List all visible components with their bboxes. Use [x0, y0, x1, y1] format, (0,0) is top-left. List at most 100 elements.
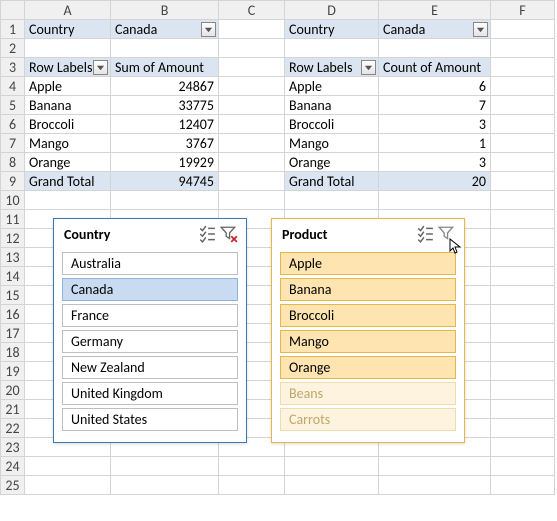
slicer-item[interactable]: Canada [62, 278, 238, 301]
cell[interactable] [491, 134, 555, 153]
cell[interactable] [379, 476, 491, 495]
row-header[interactable]: 12 [1, 229, 25, 248]
pivot-grand-total-label[interactable]: Grand Total [25, 172, 111, 191]
pivot-grand-total-value[interactable]: 20 [379, 172, 491, 191]
clear-filter-icon[interactable] [220, 225, 238, 243]
rowlabels-dropdown-icon[interactable] [361, 60, 376, 75]
row-header[interactable]: 1 [1, 20, 25, 39]
pivot-row-value[interactable]: 3767 [111, 134, 219, 153]
cell[interactable] [491, 172, 555, 191]
slicer-country[interactable]: Country AustraliaCanadaFranceGermanyNew … [53, 218, 247, 443]
slicer-item[interactable]: Mango [280, 330, 456, 353]
pivot-grand-total-value[interactable]: 94745 [111, 172, 219, 191]
cell[interactable] [219, 457, 285, 476]
slicer-item[interactable]: United States [62, 408, 238, 431]
pivot-filter-value[interactable]: Canada [379, 20, 491, 39]
pivot-row-labels-header[interactable]: Row Labels [25, 58, 111, 77]
pivot-row-label[interactable]: Orange [25, 153, 111, 172]
row-header[interactable]: 6 [1, 115, 25, 134]
row-header[interactable]: 21 [1, 400, 25, 419]
row-header[interactable]: 8 [1, 153, 25, 172]
cell[interactable] [491, 96, 555, 115]
filter-dropdown-icon[interactable] [473, 22, 488, 37]
cell[interactable] [285, 39, 379, 58]
column-header-A[interactable]: A [25, 1, 111, 20]
row-header[interactable]: 5 [1, 96, 25, 115]
pivot-filter-field[interactable]: Country [25, 20, 111, 39]
pivot-row-value[interactable]: 19929 [111, 153, 219, 172]
pivot-row-label[interactable]: Banana [285, 96, 379, 115]
cell[interactable] [491, 248, 555, 267]
row-header[interactable]: 24 [1, 457, 25, 476]
cell[interactable] [219, 153, 285, 172]
pivot-row-value[interactable]: 24867 [111, 77, 219, 96]
cell[interactable] [491, 153, 555, 172]
cell[interactable] [491, 267, 555, 286]
cell[interactable] [219, 191, 285, 210]
slicer-item[interactable]: Broccoli [280, 304, 456, 327]
cell[interactable] [491, 39, 555, 58]
row-header[interactable]: 15 [1, 286, 25, 305]
row-header[interactable]: 19 [1, 362, 25, 381]
pivot-grand-total-label[interactable]: Grand Total [285, 172, 379, 191]
pivot-row-value[interactable]: 3 [379, 115, 491, 134]
row-header[interactable]: 20 [1, 381, 25, 400]
slicer-item[interactable]: Australia [62, 252, 238, 275]
row-header[interactable]: 17 [1, 324, 25, 343]
rowlabels-dropdown-icon[interactable] [93, 60, 108, 75]
row-header[interactable]: 22 [1, 419, 25, 438]
cell[interactable] [25, 39, 111, 58]
cell[interactable] [219, 96, 285, 115]
cell[interactable] [491, 229, 555, 248]
row-header[interactable]: 13 [1, 248, 25, 267]
cell[interactable] [491, 210, 555, 229]
slicer-item[interactable]: Beans [280, 382, 456, 405]
cell[interactable] [491, 419, 555, 438]
cell[interactable] [379, 39, 491, 58]
row-header[interactable]: 23 [1, 438, 25, 457]
cell[interactable] [219, 115, 285, 134]
cell[interactable] [491, 115, 555, 134]
column-header-E[interactable]: E [379, 1, 491, 20]
cell[interactable] [219, 20, 285, 39]
pivot-row-label[interactable]: Banana [25, 96, 111, 115]
row-header[interactable]: 2 [1, 39, 25, 58]
slicer-product[interactable]: Product AppleBananaBroccoliMangoOrangeBe… [271, 218, 465, 443]
pivot-row-value[interactable]: 3 [379, 153, 491, 172]
cell[interactable] [111, 476, 219, 495]
pivot-row-label[interactable]: Broccoli [25, 115, 111, 134]
slicer-item[interactable]: United Kingdom [62, 382, 238, 405]
cell[interactable] [491, 476, 555, 495]
multiselect-icon[interactable] [198, 225, 216, 243]
slicer-item[interactable]: France [62, 304, 238, 327]
row-header[interactable]: 16 [1, 305, 25, 324]
cell[interactable] [379, 457, 491, 476]
cell[interactable] [219, 476, 285, 495]
pivot-row-value[interactable]: 6 [379, 77, 491, 96]
cell[interactable] [491, 77, 555, 96]
row-header[interactable]: 18 [1, 343, 25, 362]
slicer-item[interactable]: Carrots [280, 408, 456, 431]
cell[interactable] [491, 457, 555, 476]
row-header[interactable]: 3 [1, 58, 25, 77]
column-header-D[interactable]: D [285, 1, 379, 20]
pivot-row-value[interactable]: 1 [379, 134, 491, 153]
column-header-B[interactable]: B [111, 1, 219, 20]
cell[interactable] [285, 476, 379, 495]
cell[interactable] [285, 191, 379, 210]
cell[interactable] [491, 438, 555, 457]
pivot-row-label[interactable]: Orange [285, 153, 379, 172]
pivot-row-label[interactable]: Mango [285, 134, 379, 153]
cell[interactable] [219, 58, 285, 77]
cell[interactable] [491, 191, 555, 210]
cell[interactable] [491, 58, 555, 77]
column-header-F[interactable]: F [491, 1, 555, 20]
cell[interactable] [25, 191, 111, 210]
row-header[interactable]: 9 [1, 172, 25, 191]
pivot-row-value[interactable]: 33775 [111, 96, 219, 115]
cell[interactable] [111, 191, 219, 210]
slicer-item[interactable]: Orange [280, 356, 456, 379]
pivot-row-label[interactable]: Apple [285, 77, 379, 96]
cell[interactable] [25, 457, 111, 476]
row-header[interactable]: 7 [1, 134, 25, 153]
